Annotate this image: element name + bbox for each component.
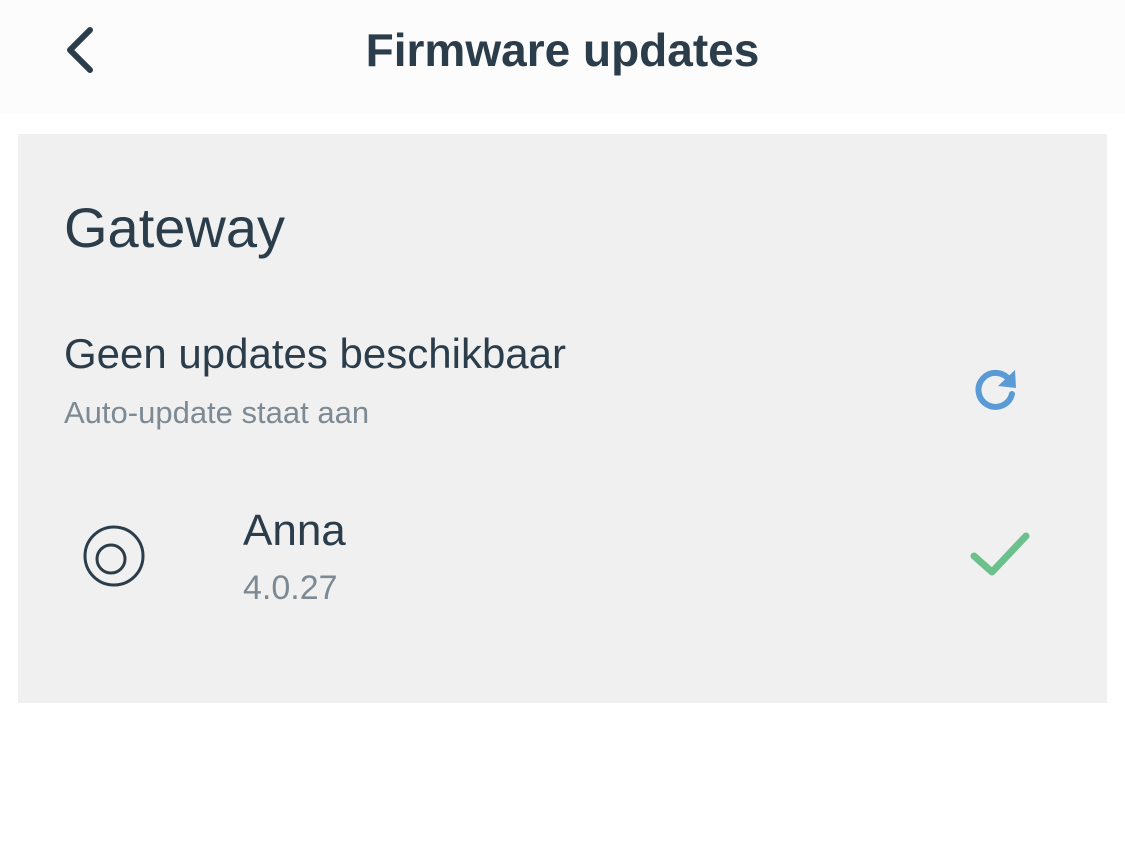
auto-update-status: Auto-update staat aan [64,395,370,430]
device-name: Anna [243,506,346,555]
thermostat-icon [83,525,145,587]
device-row-anna[interactable]: Anna 4.0.27 [18,490,1107,620]
page-title: Firmware updates [365,24,760,76]
refresh-icon [975,369,1016,410]
check-icon [970,532,1030,576]
header-bar: Firmware updates [0,0,1125,114]
gateway-card: Gateway Geen updates beschikbaar Auto-up… [18,134,1107,703]
refresh-button[interactable] [964,358,1028,422]
section-title: Gateway [64,196,285,259]
update-status-title: Geen updates beschikbaar [64,330,567,377]
device-version: 4.0.27 [243,569,338,607]
